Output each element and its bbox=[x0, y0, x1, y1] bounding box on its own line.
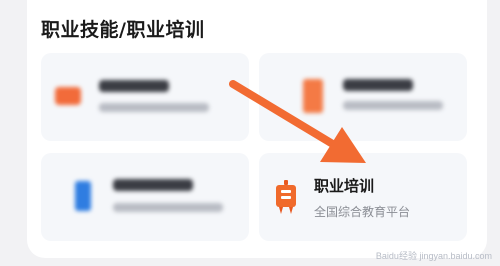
blurred-orange-icon bbox=[55, 87, 81, 105]
blurred-subtitle bbox=[99, 103, 209, 112]
training-icon bbox=[276, 180, 296, 214]
blurred-title bbox=[343, 79, 413, 91]
card-title: 职业培训 bbox=[314, 177, 375, 195]
watermark: Baidu经验 jingyan.baidu.com bbox=[375, 251, 492, 261]
blurred-card-2[interactable] bbox=[259, 53, 467, 141]
blurred-subtitle bbox=[343, 101, 443, 110]
section-title: 职业技能/职业培训 bbox=[41, 19, 205, 41]
blurred-card-1[interactable] bbox=[41, 53, 249, 141]
blurred-card-3[interactable] bbox=[41, 153, 249, 241]
blurred-title bbox=[99, 80, 169, 92]
blurred-blue-icon bbox=[75, 181, 91, 211]
card-subtitle: 全国综合教育平台 bbox=[314, 205, 411, 219]
skills-training-panel: 职业技能/职业培训 职业培训 全国综合教育平台 bbox=[27, 0, 487, 258]
blurred-title bbox=[113, 179, 193, 191]
blurred-subtitle bbox=[113, 203, 223, 212]
blurred-orange-icon bbox=[303, 79, 323, 113]
vocational-training-card[interactable]: 职业培训 全国综合教育平台 bbox=[259, 153, 467, 241]
